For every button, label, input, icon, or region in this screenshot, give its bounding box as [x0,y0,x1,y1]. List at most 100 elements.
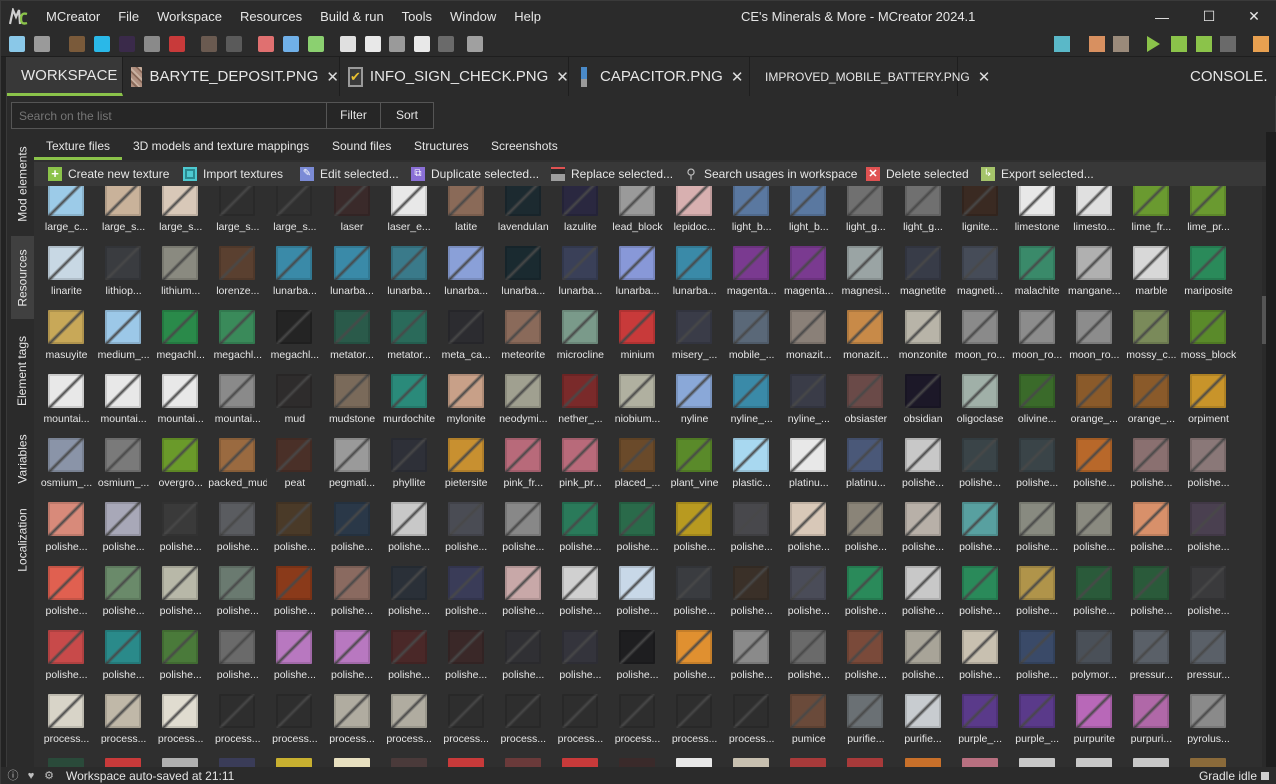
texture-item[interactable]: misery_... [669,310,726,374]
item-add-icon[interactable] [94,36,110,52]
texture-item[interactable]: lime_fr... [1126,186,1183,246]
texture-item[interactable]: laser_e... [384,186,441,246]
texture-item[interactable]: magneti... [955,246,1012,310]
texture-item[interactable]: process... [612,694,669,758]
biome-add-icon[interactable] [340,36,356,52]
texture-item[interactable]: pegmati... [327,438,384,502]
sidetab-resources[interactable]: Resources [11,236,34,319]
sidetab-variables[interactable]: Variables [11,422,34,495]
close-tab-icon[interactable]: ✕ [978,68,991,86]
duplicate-selected-button[interactable]: ⧉ Duplicate selected... [411,165,539,183]
texture-item[interactable]: lead_block [612,186,669,246]
texture-thumbnail[interactable] [1075,758,1112,767]
sidetab-element-tags[interactable]: Element tags [11,319,34,422]
texture-item[interactable]: placed_... [612,438,669,502]
texture-item[interactable]: polishe... [1069,438,1126,502]
tool-add-icon[interactable] [144,36,160,52]
texture-item[interactable]: polishe... [898,438,955,502]
texture-item[interactable]: polishe... [98,502,155,566]
texture-item[interactable]: lunarba... [498,246,555,310]
info-icon[interactable]: ⓘ [7,770,19,782]
texture-item[interactable]: linarite [41,246,98,310]
run-icon[interactable] [1147,36,1160,52]
texture-item[interactable]: mountai... [155,374,212,438]
texture-thumbnail[interactable] [48,758,84,767]
texture-item[interactable]: polishe... [41,566,98,630]
texture-item[interactable]: olivine... [1012,374,1069,438]
texture-item[interactable]: process... [384,694,441,758]
texture-thumbnail[interactable] [904,758,941,767]
texture-thumbnail[interactable] [162,758,199,767]
texture-item[interactable]: polishe... [155,502,212,566]
tab-green-add-icon[interactable] [308,36,324,52]
texture-item[interactable]: polishe... [269,566,326,630]
texture-item[interactable]: polishe... [783,502,840,566]
texture-item[interactable]: niobium... [612,374,669,438]
texture-item[interactable]: platinu... [840,438,897,502]
texture-item[interactable]: mountai... [98,374,155,438]
texture-item[interactable]: polishe... [555,630,612,694]
texture-item[interactable]: polishe... [441,502,498,566]
texture-item[interactable]: platinu... [783,438,840,502]
texture-item[interactable]: microcline [555,310,612,374]
texture-item[interactable]: lunarba... [384,246,441,310]
tab-workspace[interactable]: WORKSPACE [7,57,123,96]
menu-help[interactable]: Help [505,1,550,32]
texture-item[interactable]: mylonite [441,374,498,438]
mob-add-icon[interactable] [119,36,135,52]
console-tab[interactable]: CONSOLE. [1190,57,1268,96]
texture-item[interactable]: phyllite [384,438,441,502]
texture-item[interactable]: osmium_... [41,438,98,502]
edit-selected-button[interactable]: ✎ Edit selected... [300,165,399,183]
texture-item[interactable]: polishe... [726,566,783,630]
texture-item[interactable]: polishe... [669,566,726,630]
texture-thumbnail[interactable] [790,758,827,767]
texture-item[interactable]: polishe... [327,502,384,566]
texture-item[interactable]: polishe... [327,630,384,694]
minimize-button[interactable]: — [1139,1,1185,32]
subtab-texture-files[interactable]: Texture files [34,132,123,160]
close-window-button[interactable]: ✕ [1231,1,1276,32]
transfer-icon[interactable] [467,36,483,52]
texture-item[interactable]: oligoclase [955,374,1012,438]
texture-item[interactable]: polishe... [498,502,555,566]
texture-item[interactable]: marble [1126,246,1183,310]
texture-item[interactable]: lavendulan [498,186,555,246]
texture-item[interactable]: purifie... [840,694,897,758]
texture-item[interactable]: plastic... [726,438,783,502]
texture-item[interactable]: polishe... [840,502,897,566]
texture-item[interactable]: mudstone [327,374,384,438]
texture-item[interactable]: polishe... [1183,566,1240,630]
texture-item[interactable]: polishe... [726,502,783,566]
plant-add-icon[interactable] [365,36,381,52]
texture-item[interactable]: purple_... [1012,694,1069,758]
texture-item[interactable]: polishe... [669,502,726,566]
texture-item[interactable]: moss_block [1181,310,1240,374]
texture-item[interactable]: polishe... [898,566,955,630]
texture-item[interactable]: polishe... [1012,630,1069,694]
texture-item[interactable]: process... [669,694,726,758]
texture-thumbnail[interactable] [961,758,998,767]
texture-item[interactable]: megachl... [212,310,269,374]
texture-item[interactable]: polishe... [1126,438,1183,502]
particle-add-icon[interactable] [169,36,185,52]
texture-item[interactable]: mud [269,374,326,438]
search-usages-button[interactable]: ⚲ Search usages in workspace [684,165,857,183]
armor-add-icon[interactable] [226,36,242,52]
texture-item[interactable]: obsiaster [840,374,897,438]
texture-item[interactable]: lithium... [155,246,212,310]
texture-item[interactable]: polishe... [726,630,783,694]
sidetab-localization[interactable]: Localization [11,495,34,585]
texture-item[interactable]: purpuri... [1126,694,1183,758]
texture-item[interactable]: mossy_c... [1126,310,1183,374]
close-tab-icon[interactable]: ✕ [731,68,744,86]
disc-add-icon[interactable] [201,36,217,52]
texture-item[interactable]: lignite... [955,186,1012,246]
texture-item[interactable]: polishe... [1069,502,1126,566]
texture-item[interactable]: polishe... [555,566,612,630]
left-collapse-strip[interactable] [1,57,7,767]
texture-item[interactable]: magnetite [898,246,955,310]
subtab-structures[interactable]: Structures [402,132,481,160]
texture-item[interactable]: polymor... [1069,630,1126,694]
texture-item[interactable]: moon_ro... [1012,310,1069,374]
